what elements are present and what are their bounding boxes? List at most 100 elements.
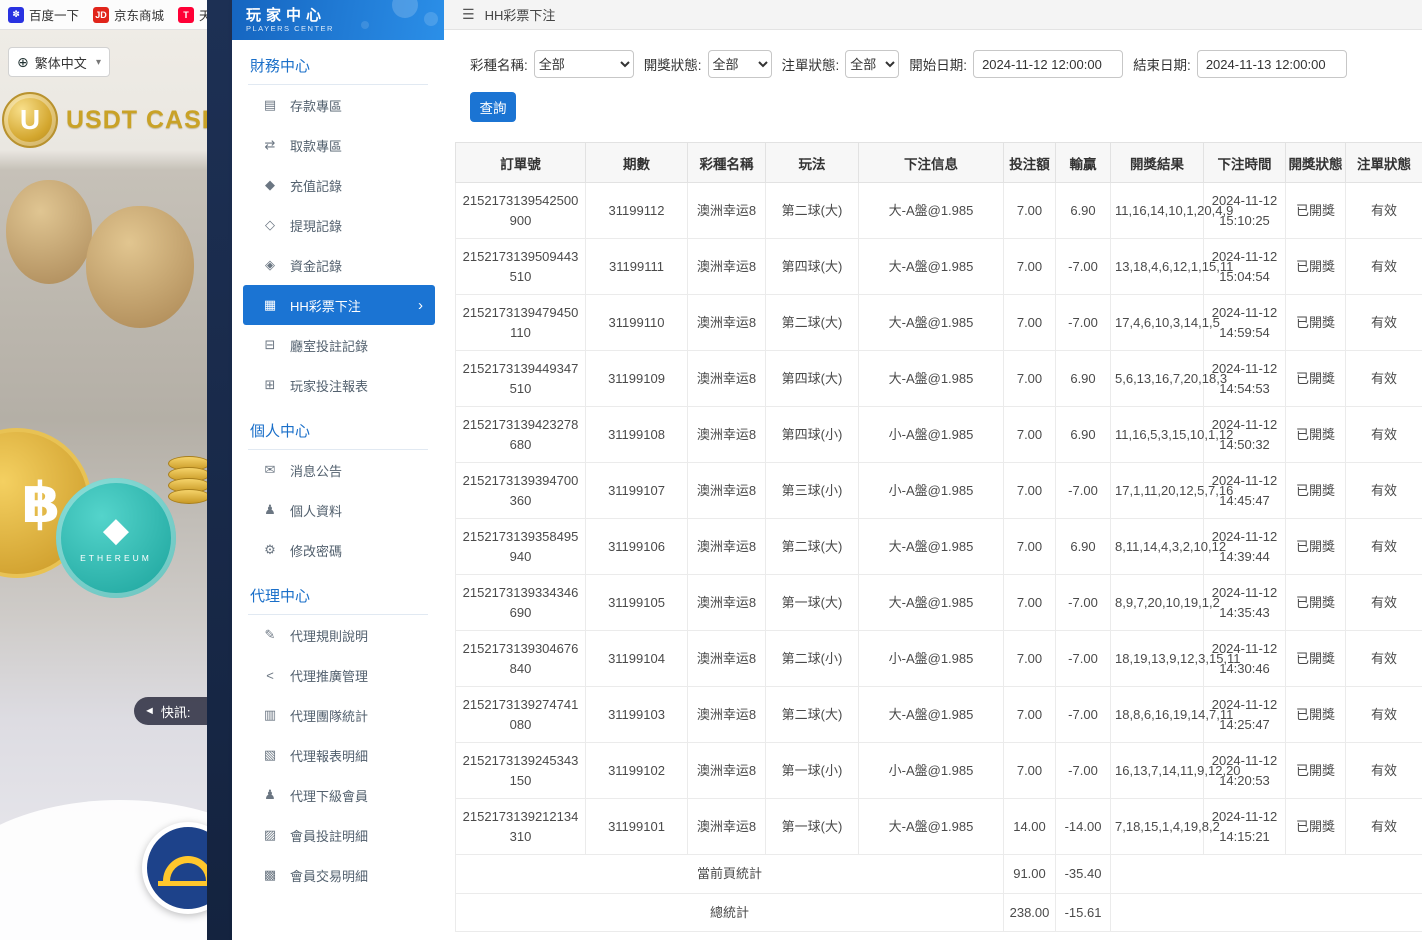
- summary-bet-amount: 238.00: [1004, 893, 1056, 932]
- cell-draw_status: 已開獎: [1286, 631, 1346, 687]
- cell-info: 大-A盤@1.985: [859, 351, 1004, 407]
- summary-bet-amount: 91.00: [1004, 855, 1056, 894]
- sidebar-header: 玩家中心 PLAYERS CENTER: [232, 0, 444, 40]
- sidebar-item-bell[interactable]: ✉消息公告: [232, 450, 444, 490]
- cell-lottery: 澳洲幸运8: [688, 183, 766, 239]
- member-transaction-icon: ▩: [262, 867, 278, 883]
- sidebar-item-deposit[interactable]: ▤存款專區: [232, 85, 444, 125]
- sidebar-item-label: 充值記錄: [290, 176, 342, 195]
- cell-order_status: 有效: [1346, 351, 1422, 407]
- cell-draw_status: 已開獎: [1286, 463, 1346, 519]
- ethereum-label: ETHEREUM: [80, 553, 152, 563]
- cell-result: 18,8,6,16,19,14,7,11: [1111, 687, 1204, 743]
- sidebar-item-promotion-share[interactable]: <代理推廣管理: [232, 655, 444, 695]
- cell-period: 31199112: [586, 183, 688, 239]
- sidebar-item-lottery-bet[interactable]: ▦HH彩票下注›: [243, 285, 435, 325]
- sidebar-item-label: 廳室投註記錄: [290, 336, 368, 355]
- sidebar-item-profile[interactable]: ♟個人資料: [232, 490, 444, 530]
- menu-icon[interactable]: ☰: [462, 6, 475, 23]
- cell-play: 第二球(小): [766, 631, 859, 687]
- cell-order: 2152173139449347510: [456, 351, 586, 407]
- order-status-select[interactable]: 全部: [845, 50, 899, 78]
- sidebar-item-room-bet-record[interactable]: ⊟ 廳室投註記錄: [232, 325, 444, 365]
- column-header: 下注時間: [1204, 143, 1286, 183]
- cell-order: 2152173139304676840: [456, 631, 586, 687]
- sidebar-item-team-stats[interactable]: ▥代理團隊統計: [232, 695, 444, 735]
- cell-amount: 7.00: [1004, 631, 1056, 687]
- column-header: 注單狀態: [1346, 143, 1422, 183]
- sidebar-item-recharge-record[interactable]: ◆充值記錄: [232, 165, 444, 205]
- cell-play: 第二球(大): [766, 519, 859, 575]
- cell-order_status: 有效: [1346, 687, 1422, 743]
- background-collage: ฿ ◆ ETHEREUM: [0, 160, 207, 680]
- sidebar-item-label: 修改密碼: [290, 541, 342, 560]
- room-bet-record-icon: ⊟: [262, 337, 278, 353]
- sidebar-item-label: 代理團隊統計: [290, 706, 368, 725]
- cell-winloss: -7.00: [1056, 463, 1111, 519]
- cell-order: 2152173139358495940: [456, 519, 586, 575]
- bell-icon: ✉: [262, 462, 278, 478]
- site-logo[interactable]: U USDT CASINO: [2, 92, 207, 148]
- summary-empty: [1111, 893, 1422, 932]
- cell-period: 31199104: [586, 631, 688, 687]
- start-date-input[interactable]: [973, 50, 1123, 78]
- sidebar-item-label: 代理規則說明: [290, 626, 368, 645]
- bet-row: 215217313942327868031199108澳洲幸运8第四球(小)小-…: [456, 407, 1422, 463]
- bookmark-label: 京东商城: [114, 5, 164, 24]
- sidebar-item-funds-record[interactable]: ◈資金記錄: [232, 245, 444, 285]
- sidebar-item-password-gear[interactable]: ⚙修改密碼: [232, 530, 444, 570]
- cell-play: 第四球(大): [766, 239, 859, 295]
- member-bet-detail-icon: ▨: [262, 827, 278, 843]
- sidebar-item-player-bet-report[interactable]: ⊞玩家投注報表: [232, 365, 444, 405]
- cell-result: 11,16,5,3,15,10,1,12: [1111, 407, 1204, 463]
- ticker-label: 快訊:: [161, 702, 191, 721]
- cell-winloss: -7.00: [1056, 575, 1111, 631]
- bookmark-item[interactable]: JD京东商城: [93, 5, 164, 24]
- cell-lottery: 澳洲幸运8: [688, 743, 766, 799]
- cell-info: 大-A盤@1.985: [859, 183, 1004, 239]
- bet-table: 訂單號期數彩種名稱玩法下注信息投注額輸贏開獎結果下注時間開獎狀態注單狀態 215…: [455, 142, 1422, 932]
- page-background: ฿ ◆ ETHEREUM ✽ 百度一下 JD京东商城 T天猫 ⊕ 繁体中文 ▾ U U…: [0, 0, 207, 940]
- cell-period: 31199111: [586, 239, 688, 295]
- baidu-favicon: ✽: [8, 7, 24, 23]
- sidebar-item-report-detail[interactable]: ▧代理報表明細: [232, 735, 444, 775]
- cell-period: 31199103: [586, 687, 688, 743]
- end-date-input[interactable]: [1197, 50, 1347, 78]
- cell-amount: 7.00: [1004, 239, 1056, 295]
- search-button[interactable]: 查詢: [470, 92, 516, 122]
- news-ticker: ◄ 快訊:: [134, 697, 207, 725]
- cell-lottery: 澳洲幸运8: [688, 239, 766, 295]
- rules-doc-icon: ✎: [262, 627, 278, 643]
- sidebar-item-sub-members[interactable]: ♟代理下級會員: [232, 775, 444, 815]
- cell-draw_status: 已開獎: [1286, 575, 1346, 631]
- bookmark-item[interactable]: T天猫: [178, 5, 207, 24]
- background-dark-band: [207, 0, 232, 940]
- bet-table-body: 215217313954250090031199112澳洲幸运8第二球(大)大-…: [456, 183, 1422, 932]
- cell-period: 31199107: [586, 463, 688, 519]
- cell-order_status: 有效: [1346, 183, 1422, 239]
- cell-info: 小-A盤@1.985: [859, 407, 1004, 463]
- cell-lottery: 澳洲幸运8: [688, 463, 766, 519]
- bet-table-header-row: 訂單號期數彩種名稱玩法下注信息投注額輸贏開獎結果下注時間開獎狀態注單狀態: [456, 143, 1422, 183]
- bridge-icon: [163, 856, 207, 881]
- language-selector[interactable]: ⊕ 繁体中文 ▾: [8, 47, 110, 77]
- draw-status-select[interactable]: 全部: [708, 50, 772, 78]
- column-header: 期數: [586, 143, 688, 183]
- cell-order_status: 有效: [1346, 463, 1422, 519]
- cell-lottery: 澳洲幸运8: [688, 295, 766, 351]
- cell-play: 第二球(大): [766, 295, 859, 351]
- sidebar-item-withdrawal-record[interactable]: ◇提現記錄: [232, 205, 444, 245]
- bookmark-item[interactable]: ✽ 百度一下: [8, 5, 79, 24]
- player-bet-report-icon: ⊞: [262, 377, 278, 393]
- sidebar-item-label: 代理報表明細: [290, 746, 368, 765]
- sidebar-item-withdraw[interactable]: ⇄取款專區: [232, 125, 444, 165]
- page-title: HH彩票下注: [485, 5, 556, 24]
- cell-info: 大-A盤@1.985: [859, 295, 1004, 351]
- bookmark-label: 百度一下: [29, 5, 79, 24]
- cell-order: 2152173139245343150: [456, 743, 586, 799]
- sidebar-item-rules-doc[interactable]: ✎ 代理規則說明: [232, 615, 444, 655]
- cell-draw_status: 已開獎: [1286, 351, 1346, 407]
- lottery-name-select[interactable]: 全部: [534, 50, 634, 78]
- sidebar-item-member-transaction[interactable]: ▩會員交易明細: [232, 855, 444, 895]
- sidebar-item-member-bet-detail[interactable]: ▨會員投註明細: [232, 815, 444, 855]
